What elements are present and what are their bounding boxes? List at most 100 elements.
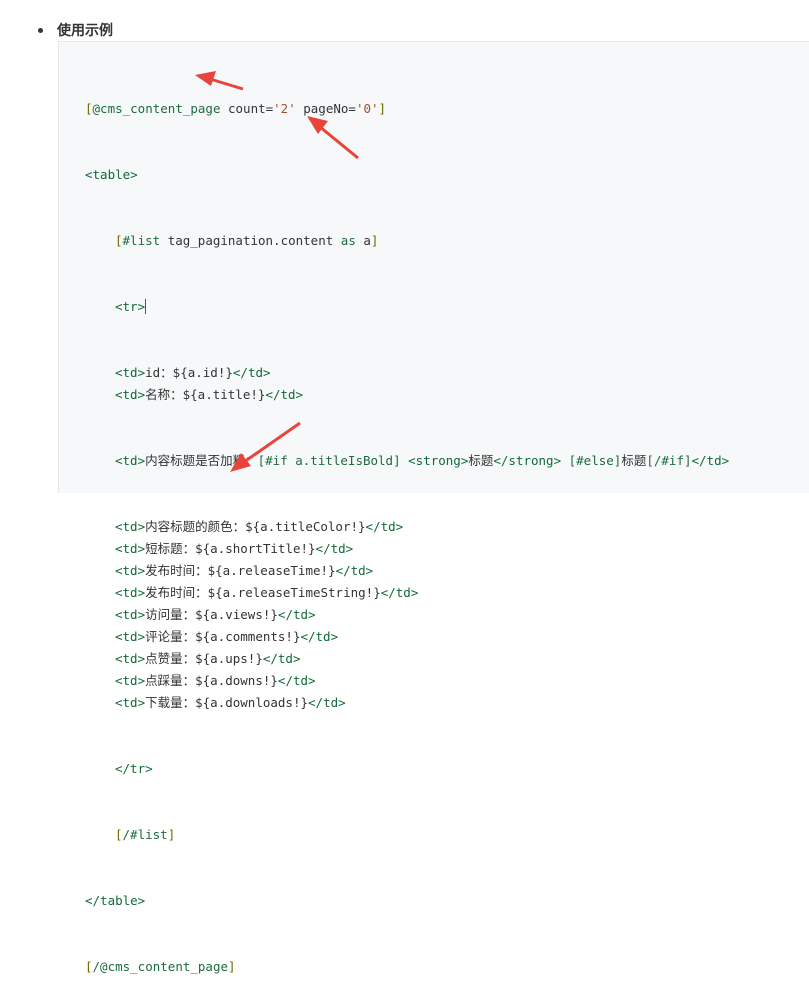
html-tag: <table> [85,167,138,182]
ftl-directive: #list [122,233,161,248]
code-lines: [@cms_content_page count='2' pageNo='0']… [85,54,729,986]
html-tag: <td> [115,695,146,710]
html-tag: </td> [335,563,374,578]
ftl-keyword: as [340,233,356,248]
bullet-icon [38,27,43,33]
code-line: <td>评论量：${a.comments!}</td> [85,626,729,648]
cell-label: 内容标题是否加粗： [145,453,258,468]
code-line: <td>下载量：${a.downloads!}</td> [85,692,729,714]
code-line: [/@cms_content_page] [85,956,729,978]
code-line: [#list tag_pagination.content as a] [85,230,729,252]
cell-label: 评论量： [145,629,196,644]
ftl-directive: /@cms_content_page [92,959,228,974]
html-tag: <td> [115,585,146,600]
code-line: <td>点赞量：${a.ups!}</td> [85,648,729,670]
html-tag: </tr> [115,761,153,776]
ftl-expression: ${a.downs!} [195,673,278,688]
html-tag: <td> [115,387,146,402]
list-item: 使用示例 [38,20,113,40]
html-tag: <strong> [400,453,469,468]
cell-label: id： [145,365,173,380]
code-line: <table> [85,164,729,186]
ftl-attr: pageNo= [295,101,356,116]
html-tag: <tr> [115,299,146,314]
ftl-bracket: [ [85,101,93,116]
ftl-bracket: ] [378,101,387,116]
ftl-directive: [#else] [561,453,622,468]
html-tag: </td> [277,607,316,622]
code-line: [/#list] [85,824,729,846]
code-line: <tr> [85,296,729,318]
html-tag: <td> [115,629,146,644]
html-tag: </td> [308,695,346,710]
cell-label: 访问量： [145,607,196,622]
ftl-bracket: [ [85,959,93,974]
ftl-bracket: ] [167,827,176,842]
cell-label: 内容标题的颜色： [145,519,246,534]
cell-label: 点赞量： [145,651,196,666]
html-tag: </td> [691,453,730,468]
html-tag: <td> [115,365,146,380]
ftl-expression: ${a.ups!} [195,651,263,666]
text-caret [145,299,147,314]
ftl-bracket: [ [115,827,123,842]
code-line: <td>发布时间：${a.releaseTime!}</td> [85,560,729,582]
html-tag: </td> [365,519,404,534]
code-line: <td>短标题：${a.shortTitle!}</td> [85,538,729,560]
ftl-bracket: ] [228,959,236,974]
ftl-bracket: ] [370,233,379,248]
html-tag: </strong> [493,453,562,468]
ftl-expression: ${a.downloads!} [195,695,309,710]
ftl-expression: ${a.comments!} [195,629,301,644]
ftl-directive: /#list [122,827,168,842]
ftl-bracket: [ [115,233,123,248]
code-line: <td>名称：${a.title!}</td> [85,384,729,406]
ftl-directive: [/#if] [646,453,692,468]
html-tag: </td> [380,585,419,600]
html-tag: </table> [85,893,146,908]
ftl-expression: ${a.releaseTime!} [207,563,336,578]
code-line: <td>点踩量：${a.downs!}</td> [85,670,729,692]
html-tag: <td> [115,453,146,468]
ftl-expression: ${a.releaseTimeString!} [207,585,381,600]
code-block: [@cms_content_page count='2' pageNo='0']… [58,41,809,974]
cell-label: 短标题： [145,541,196,556]
html-tag: <td> [115,519,146,534]
html-tag: <td> [115,563,146,578]
ftl-text: a [355,233,371,248]
html-tag: </td> [232,365,271,380]
ftl-text: tag_pagination.content [160,233,341,248]
ftl-attr: count= [220,101,274,116]
ftl-string: '2' [273,101,296,116]
section-heading: 使用示例 [57,23,113,39]
code-line: <td>内容标题的颜色：${a.titleColor!}</td> [85,516,729,538]
html-tag: </td> [277,673,316,688]
html-tag: <td> [115,607,146,622]
ftl-directive: @cms_content_page [92,101,221,116]
html-tag: </td> [262,651,301,666]
html-tag: <td> [115,651,146,666]
ftl-expression: ${a.views!} [195,607,278,622]
cell-label: 发布时间： [145,585,208,600]
html-tag: </td> [265,387,304,402]
ftl-directive: [#if a.titleIsBold] [257,453,401,468]
code-line: [@cms_content_page count='2' pageNo='0'] [85,98,729,120]
html-tag: </td> [315,541,354,556]
html-tag: </td> [300,629,339,644]
ftl-expression: ${a.titleColor!} [245,519,366,534]
cell-label: 名称： [145,387,183,402]
code-line: </table> [85,890,729,912]
cell-label: 下载量： [145,695,196,710]
code-line: <td>id：${a.id!}</td> [85,362,729,384]
cell-label: 标题 [621,453,647,468]
html-tag: <td> [115,541,146,556]
html-tag: <td> [115,673,146,688]
code-line: <td>访问量：${a.views!}</td> [85,604,729,626]
cell-label: 发布时间： [145,563,208,578]
ftl-expression: ${a.shortTitle!} [195,541,316,556]
ftl-string: '0' [355,101,379,116]
ftl-expression: ${a.title!} [182,387,266,402]
ftl-expression: ${a.id!} [172,365,233,380]
code-line: <td>内容标题是否加粗：[#if a.titleIsBold] <strong… [85,450,729,472]
code-line: </tr> [85,758,729,780]
